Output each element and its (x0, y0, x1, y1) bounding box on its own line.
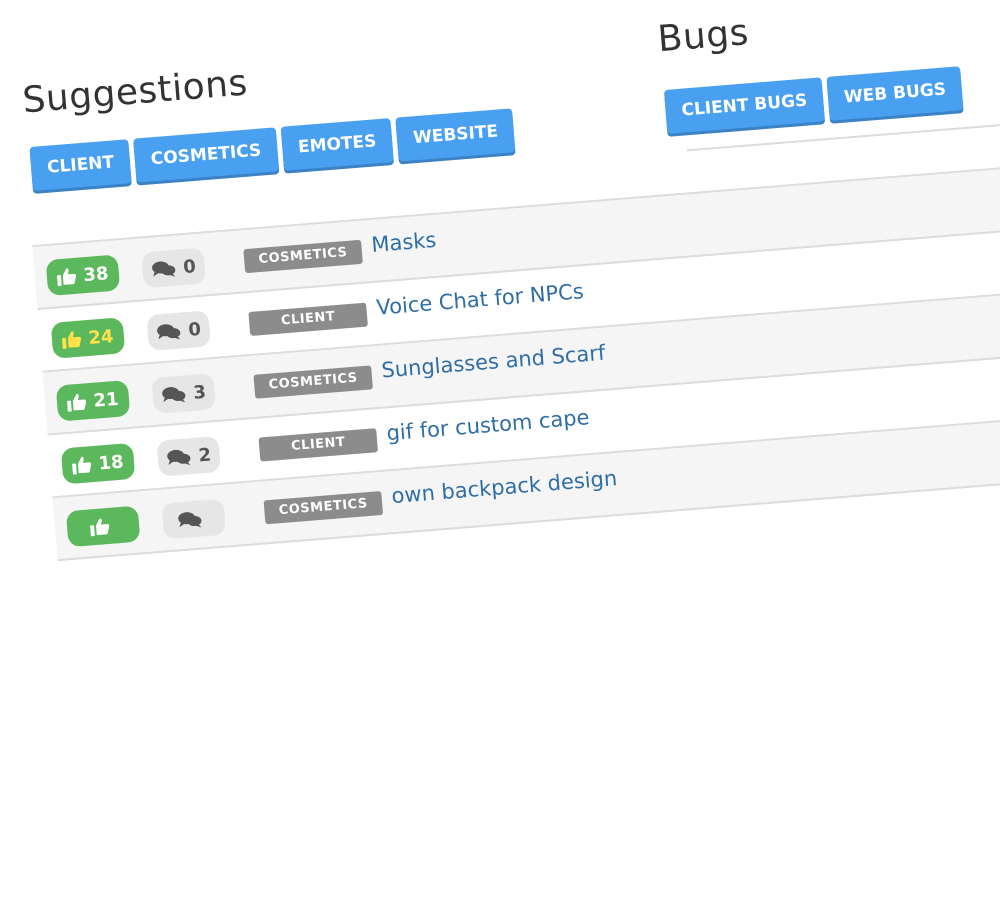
client-bugs-button[interactable]: CLIENT BUGS (663, 77, 825, 134)
website-category-button[interactable]: WEBSITE (395, 108, 516, 162)
comments-icon (156, 324, 181, 340)
client-category-button[interactable]: CLIENT (29, 139, 132, 191)
upvote-button[interactable]: 18 (60, 442, 136, 485)
comment-count: 2 (197, 444, 212, 466)
thumbs-up-icon (72, 456, 92, 475)
comment-count: 3 (192, 381, 207, 404)
emotes-category-button[interactable]: EMOTES (280, 118, 395, 171)
comments-icon (178, 512, 202, 528)
suggestions-list: 38 0 COSMETICS Masks 24 0 CLIENT Voice C… (32, 138, 1000, 562)
upvote-button[interactable] (65, 505, 141, 548)
suggestion-title-link[interactable]: Masks (370, 228, 437, 257)
thumbs-up-icon (67, 393, 87, 412)
vote-count: 21 (92, 388, 120, 412)
category-tag: CLIENT (248, 302, 368, 336)
category-tag: COSMETICS (243, 239, 363, 274)
category-tag: COSMETICS (253, 365, 373, 399)
suggestion-category-buttons: CLIENT COSMETICS EMOTES WEBSITE (29, 108, 516, 191)
category-tag: CLIENT (258, 428, 379, 462)
suggestion-title-link[interactable]: gif for custom cape (386, 405, 591, 445)
suggestion-title-link[interactable]: Voice Chat for NPCs (375, 279, 584, 320)
upvote-button[interactable]: 24 (50, 317, 126, 359)
upvote-button[interactable]: 38 (45, 254, 121, 297)
bugs-heading: Bugs (656, 12, 751, 61)
comments-button[interactable] (161, 498, 227, 540)
comment-count: 0 (182, 255, 197, 278)
bug-category-buttons: CLIENT BUGS WEB BUGS (663, 66, 964, 134)
suggestion-title-link[interactable]: Sunglasses and Scarf (381, 341, 607, 383)
vote-count: 24 (87, 325, 115, 349)
comment-count: 0 (187, 318, 202, 341)
comments-icon (166, 449, 191, 466)
thumbs-up-icon (90, 518, 110, 537)
thumbs-up-icon (62, 331, 82, 349)
suggestion-title-link[interactable]: own backpack design (391, 466, 618, 508)
comments-icon (151, 261, 176, 277)
web-bugs-button[interactable]: WEB BUGS (826, 66, 964, 121)
category-tag: COSMETICS (263, 490, 384, 525)
comments-button[interactable]: 2 (156, 435, 222, 477)
cosmetics-category-button[interactable]: COSMETICS (133, 127, 279, 183)
thumbs-up-icon (57, 268, 77, 287)
comments-button[interactable]: 0 (146, 310, 212, 352)
comments-button[interactable]: 0 (141, 247, 206, 289)
comments-icon (161, 387, 186, 403)
page-canvas: Suggestions CLIENT COSMETICS EMOTES WEBS… (0, 6, 1000, 915)
vote-count: 38 (82, 262, 110, 286)
suggestions-heading: Suggestions (21, 62, 250, 122)
upvote-button[interactable]: 21 (55, 379, 131, 422)
comments-button[interactable]: 3 (151, 373, 217, 414)
vote-count: 18 (97, 451, 125, 475)
